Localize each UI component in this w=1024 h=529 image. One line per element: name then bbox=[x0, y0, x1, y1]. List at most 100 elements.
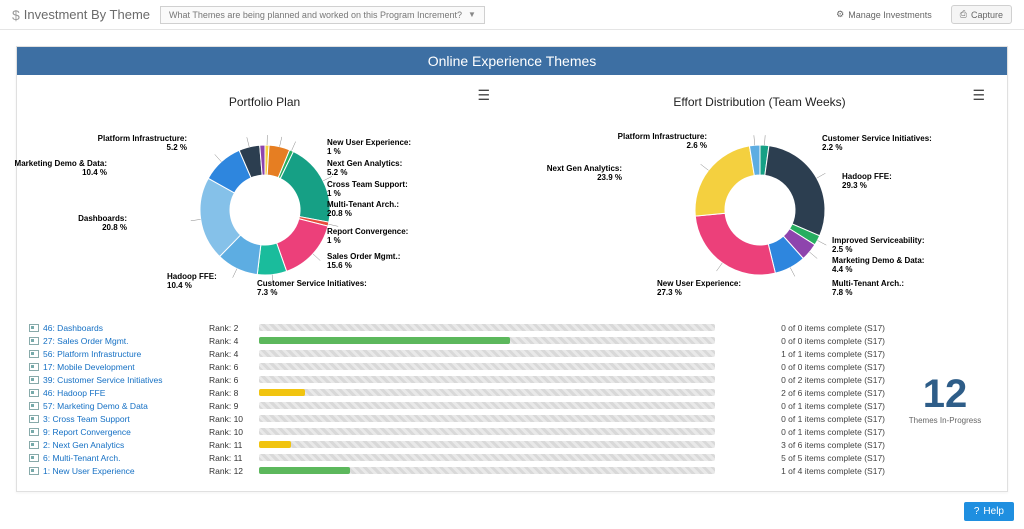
list-item: 57: Marketing Demo & Data bbox=[29, 399, 199, 412]
pie-segment-label: Hadoop FFE:10.4 % bbox=[167, 273, 217, 291]
rank-value: Rank: 10 bbox=[209, 425, 249, 438]
theme-link[interactable]: 6: Multi-Tenant Arch. bbox=[43, 453, 120, 463]
rank-value: Rank: 6 bbox=[209, 360, 249, 373]
themes-in-progress-count: 12 Themes In-Progress bbox=[895, 321, 995, 477]
big-number-label: Themes In-Progress bbox=[909, 416, 981, 425]
help-icon: ? bbox=[974, 506, 980, 517]
status-text: 1 of 4 items complete (S17) bbox=[725, 464, 885, 477]
rank-value: Rank: 9 bbox=[209, 399, 249, 412]
theme-link[interactable]: 39: Customer Service Initiatives bbox=[43, 375, 163, 385]
pie-segment-label: Customer Service Initiatives:2.2 % bbox=[822, 135, 932, 153]
selector-text: What Themes are being planned and worked… bbox=[169, 10, 462, 20]
pie-segment-label: Multi-Tenant Arch.:7.8 % bbox=[832, 280, 904, 298]
effort-distribution-title: Effort Distribution (Team Weeks) bbox=[512, 75, 1007, 115]
chart-menu-icon[interactable]: ☰ bbox=[477, 87, 490, 104]
effort-distribution-chart: ☰ Effort Distribution (Team Weeks) Custo… bbox=[512, 75, 1007, 315]
camera-icon: ⎙ bbox=[960, 9, 967, 20]
help-label: Help bbox=[983, 506, 1004, 517]
theme-link[interactable]: 57: Marketing Demo & Data bbox=[43, 401, 148, 411]
toolbar: $ Investment By Theme What Themes are be… bbox=[0, 0, 1024, 30]
theme-link[interactable]: 17: Mobile Development bbox=[43, 362, 135, 372]
pie-segment-label: Dashboards:20.8 % bbox=[78, 215, 127, 233]
status-text: 0 of 0 items complete (S17) bbox=[725, 321, 885, 334]
manage-investments-label: Manage Investments bbox=[848, 10, 932, 20]
page-title: Investment By Theme bbox=[24, 7, 150, 22]
theme-link[interactable]: 46: Dashboards bbox=[43, 323, 103, 333]
list-item: 46: Hadoop FFE bbox=[29, 386, 199, 399]
rank-value: Rank: 12 bbox=[209, 464, 249, 477]
work-item-icon bbox=[29, 337, 39, 345]
list-item: 2: Next Gen Analytics bbox=[29, 438, 199, 451]
page-title-wrap: $ Investment By Theme bbox=[12, 7, 150, 23]
portfolio-plan-title: Portfolio Plan bbox=[17, 75, 512, 115]
status-text: 1 of 1 items complete (S17) bbox=[725, 347, 885, 360]
pie-segment-label: Next Gen Analytics:5.2 % bbox=[327, 160, 402, 178]
theme-link[interactable]: 56: Platform Infrastructure bbox=[43, 349, 141, 359]
pie-segment-label: Hadoop FFE:29.3 % bbox=[842, 173, 892, 191]
rank-value: Rank: 4 bbox=[209, 334, 249, 347]
work-item-icon bbox=[29, 415, 39, 423]
progress-bar bbox=[259, 412, 715, 425]
themes-card: Online Experience Themes ☰ Portfolio Pla… bbox=[16, 46, 1008, 492]
pie-segment-label: Next Gen Analytics:23.9 % bbox=[547, 165, 622, 183]
rank-value: Rank: 11 bbox=[209, 438, 249, 451]
pie-segment-label: Customer Service Initiatives:7.3 % bbox=[257, 280, 367, 298]
sliders-icon: ⚙ bbox=[836, 9, 844, 20]
progress-bar bbox=[259, 386, 715, 399]
manage-investments-button[interactable]: ⚙ Manage Investments bbox=[827, 5, 941, 24]
list-item: 3: Cross Team Support bbox=[29, 412, 199, 425]
pie-segment-label: New User Experience:27.3 % bbox=[657, 280, 741, 298]
chart-menu-icon[interactable]: ☰ bbox=[972, 87, 985, 104]
status-text: 0 of 2 items complete (S17) bbox=[725, 373, 885, 386]
progress-bar bbox=[259, 399, 715, 412]
work-item-icon bbox=[29, 363, 39, 371]
progress-bar bbox=[259, 334, 715, 347]
rank-value: Rank: 4 bbox=[209, 347, 249, 360]
status-text: 5 of 5 items complete (S17) bbox=[725, 451, 885, 464]
theme-link[interactable]: 1: New User Experience bbox=[43, 466, 135, 476]
pie-segment-label: New User Experience:1 % bbox=[327, 139, 411, 157]
pie-segment-label: Platform Infrastructure:5.2 % bbox=[98, 135, 187, 153]
theme-link[interactable]: 3: Cross Team Support bbox=[43, 414, 130, 424]
theme-link[interactable]: 46: Hadoop FFE bbox=[43, 388, 105, 398]
status-text: 0 of 1 items complete (S17) bbox=[725, 425, 885, 438]
rank-value: Rank: 8 bbox=[209, 386, 249, 399]
status-text: 0 of 0 items complete (S17) bbox=[725, 360, 885, 373]
help-button[interactable]: ? Help bbox=[964, 502, 1014, 521]
pie-segment-label: Marketing Demo & Data:4.4 % bbox=[832, 257, 924, 275]
progress-bar bbox=[259, 451, 715, 464]
theme-link[interactable]: 27: Sales Order Mgmt. bbox=[43, 336, 129, 346]
status-text: 0 of 1 items complete (S17) bbox=[725, 399, 885, 412]
work-item-icon bbox=[29, 324, 39, 332]
work-item-icon bbox=[29, 389, 39, 397]
progress-bar bbox=[259, 464, 715, 477]
progress-bar bbox=[259, 347, 715, 360]
pie-segment-label: Cross Team Support:1 % bbox=[327, 181, 408, 199]
pie-segment-label: Report Convergence:1 % bbox=[327, 228, 408, 246]
rank-value: Rank: 2 bbox=[209, 321, 249, 334]
theme-question-selector[interactable]: What Themes are being planned and worked… bbox=[160, 6, 485, 24]
work-item-icon bbox=[29, 441, 39, 449]
capture-button[interactable]: ⎙ Capture bbox=[951, 5, 1012, 24]
status-text: 0 of 0 items complete (S17) bbox=[725, 334, 885, 347]
list-item: 27: Sales Order Mgmt. bbox=[29, 334, 199, 347]
work-item-icon bbox=[29, 402, 39, 410]
theme-link[interactable]: 2: Next Gen Analytics bbox=[43, 440, 124, 450]
progress-bar bbox=[259, 360, 715, 373]
banner: Online Experience Themes bbox=[17, 47, 1007, 75]
dollar-icon: $ bbox=[12, 7, 20, 23]
pie-segment-label: Sales Order Mgmt.:15.6 % bbox=[327, 253, 400, 271]
pie-segment-label: Improved Serviceability:2.5 % bbox=[832, 237, 924, 255]
pie-segment-label: Multi-Tenant Arch.:20.8 % bbox=[327, 201, 399, 219]
capture-label: Capture bbox=[971, 10, 1003, 20]
list-item: 1: New User Experience bbox=[29, 464, 199, 477]
list-item: 6: Multi-Tenant Arch. bbox=[29, 451, 199, 464]
rank-value: Rank: 10 bbox=[209, 412, 249, 425]
theme-link[interactable]: 9: Report Convergence bbox=[43, 427, 131, 437]
progress-bar bbox=[259, 321, 715, 334]
work-item-icon bbox=[29, 467, 39, 475]
status-text: 2 of 6 items complete (S17) bbox=[725, 386, 885, 399]
status-text: 0 of 1 items complete (S17) bbox=[725, 412, 885, 425]
progress-bar bbox=[259, 425, 715, 438]
big-number-value: 12 bbox=[923, 374, 968, 414]
